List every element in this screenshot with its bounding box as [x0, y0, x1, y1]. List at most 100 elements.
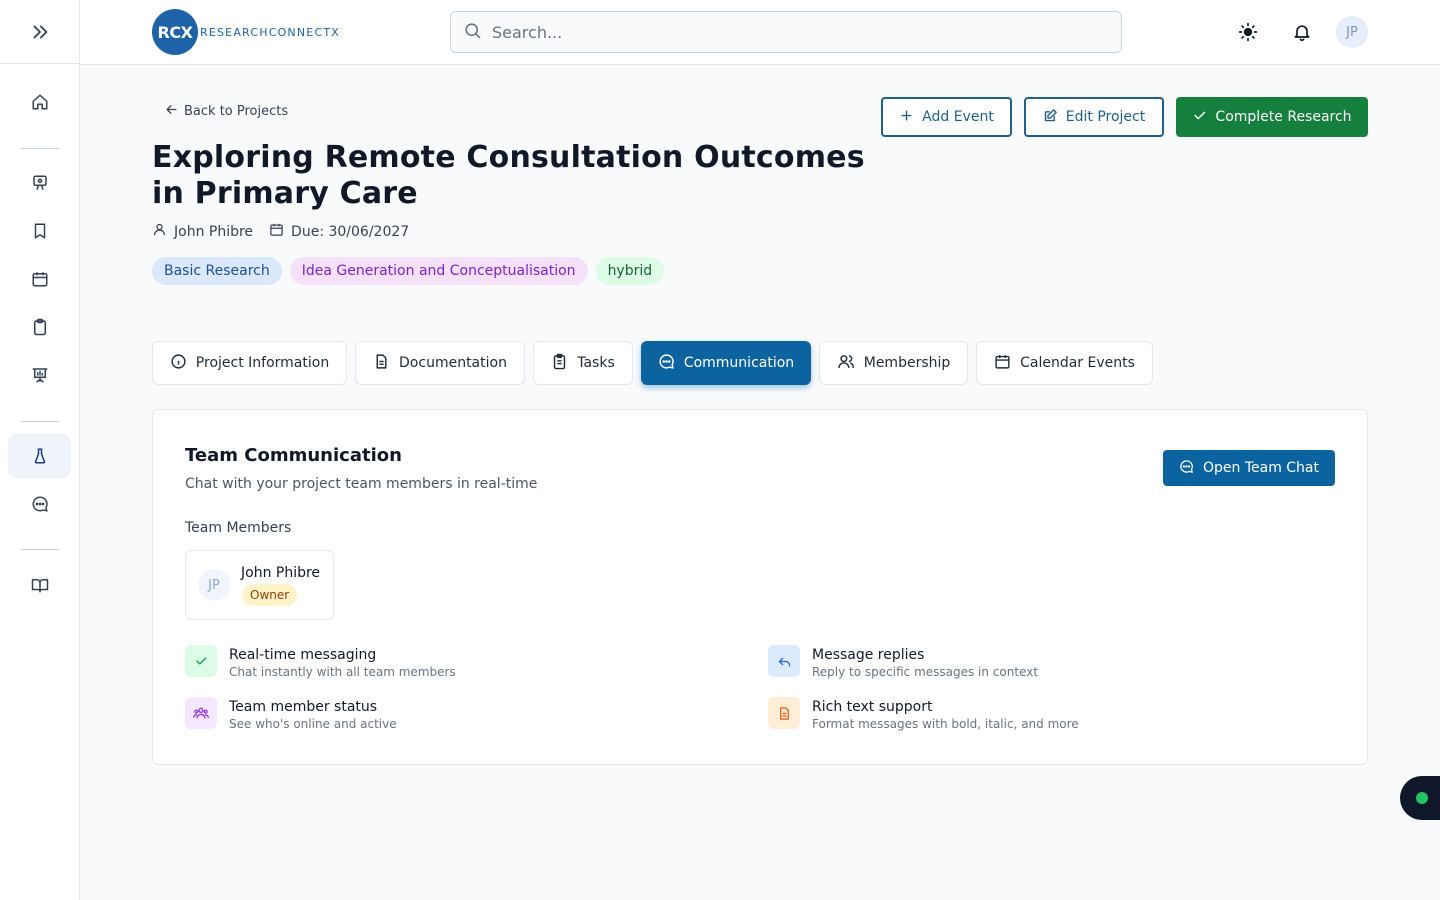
feature-rich-text-support: Rich text support Format messages with b…	[768, 697, 1079, 732]
project-owner: John Phibre	[152, 222, 253, 241]
bookmark-icon	[31, 222, 49, 240]
team-members-heading: Team Members	[185, 520, 292, 536]
edit-icon	[1043, 108, 1058, 127]
sidebar	[0, 0, 80, 900]
open-team-chat-button[interactable]: Open Team Chat	[1163, 450, 1335, 486]
back-to-projects-link[interactable]: Back to Projects	[164, 102, 288, 121]
feature-description: Chat instantly with all team members	[229, 665, 456, 679]
feature-description: Reply to specific messages in context	[812, 665, 1039, 679]
feature-title: Rich text support	[812, 699, 933, 715]
due-date-text: Due: 30/06/2027	[291, 223, 410, 240]
tab-calendar-events[interactable]: Calendar Events	[976, 341, 1153, 385]
sidebar-item-library[interactable]	[8, 563, 71, 607]
sidebar-divider	[21, 549, 59, 550]
complete-research-button[interactable]: Complete Research	[1176, 97, 1368, 137]
feature-description: Format messages with bold, italic, and m…	[812, 717, 1079, 731]
tab-tasks[interactable]: Tasks	[533, 341, 633, 385]
tab-label: Membership	[863, 355, 951, 371]
logo-wordmark: RESEARCHCONNECTX	[200, 25, 340, 39]
tab-label: Project Information	[195, 355, 330, 371]
owner-name: John Phibre	[174, 223, 254, 240]
chat-bubble-icon	[658, 353, 675, 374]
member-avatar: JP	[198, 569, 230, 601]
tag-research-type: Basic Research	[152, 257, 282, 285]
top-header: RCX RESEARCHCONNECTX JP	[80, 0, 1440, 65]
user-avatar[interactable]: JP	[1336, 16, 1368, 48]
card-subtitle: Chat with your project team members in r…	[185, 476, 538, 492]
edit-project-button[interactable]: Edit Project	[1024, 97, 1164, 137]
calendar-icon	[269, 222, 284, 241]
open-team-chat-label: Open Team Chat	[1202, 460, 1319, 476]
tag-mode: hybrid	[595, 257, 665, 285]
chat-bubble-icon	[1179, 459, 1194, 478]
home-icon	[31, 93, 49, 111]
add-event-label: Add Event	[922, 109, 994, 125]
feature-realtime-messaging: Real-time messaging Chat instantly with …	[185, 645, 456, 680]
sidebar-divider	[21, 148, 59, 149]
check-icon	[185, 645, 217, 677]
search-box[interactable]	[450, 11, 1122, 53]
online-status-dot	[1416, 792, 1428, 804]
tab-communication[interactable]: Communication	[641, 341, 811, 385]
reply-arrow-icon	[768, 645, 800, 677]
sidebar-item-teaching[interactable]	[8, 161, 71, 205]
feature-team-member-status: Team member status See who's online and …	[185, 697, 397, 732]
team-communication-card: Team Communication Chat with your projec…	[152, 409, 1368, 765]
project-meta: John Phibre Due: 30/06/2027	[152, 222, 425, 241]
project-title: Exploring Remote Consultation Outcomes i…	[152, 140, 865, 211]
double-chevron-right-icon[interactable]	[29, 21, 51, 43]
sidebar-item-messages[interactable]	[8, 482, 71, 526]
tab-label: Tasks	[577, 355, 615, 371]
search-input[interactable]	[492, 22, 1092, 42]
tab-membership[interactable]: Membership	[819, 341, 968, 385]
notification-bell-icon[interactable]	[1292, 20, 1312, 48]
feature-title: Message replies	[812, 647, 925, 663]
info-circle-icon	[170, 353, 187, 374]
sidebar-item-tasks[interactable]	[8, 305, 71, 349]
complete-research-label: Complete Research	[1215, 109, 1352, 125]
clipboard-list-icon	[551, 353, 568, 374]
plus-icon	[899, 108, 914, 127]
arrow-left-icon	[164, 102, 179, 121]
clipboard-icon	[31, 318, 49, 336]
logo-mark: RCX	[152, 9, 198, 55]
feature-title: Real-time messaging	[229, 647, 377, 663]
sidebar-item-projects[interactable]	[8, 434, 71, 478]
presentation-chart-icon	[31, 366, 49, 384]
back-label: Back to Projects	[184, 104, 289, 119]
tab-label: Documentation	[399, 355, 507, 371]
user-icon	[152, 222, 167, 241]
document-icon	[768, 697, 800, 729]
team-member-card[interactable]: JP John Phibre Owner	[185, 550, 334, 620]
users-icon	[185, 697, 217, 729]
project-tags: Basic Research Idea Generation and Conce…	[152, 257, 672, 285]
search-icon	[463, 21, 482, 44]
tab-project-information[interactable]: Project Information	[152, 341, 347, 385]
feature-message-replies: Message replies Reply to specific messag…	[768, 645, 1038, 680]
open-book-icon	[31, 576, 49, 594]
tab-documentation[interactable]: Documentation	[355, 341, 525, 385]
sidebar-item-presentations[interactable]	[8, 353, 71, 397]
member-name: John Phibre	[241, 565, 321, 581]
calendar-icon	[31, 270, 49, 288]
edit-project-label: Edit Project	[1065, 109, 1146, 125]
flask-icon	[31, 447, 49, 465]
check-icon	[1192, 108, 1207, 127]
app-logo[interactable]: RCX RESEARCHCONNECTX	[152, 9, 340, 55]
sidebar-item-home[interactable]	[8, 80, 71, 124]
add-event-button[interactable]: Add Event	[881, 97, 1012, 137]
tab-label: Communication	[683, 355, 795, 371]
project-due-date: Due: 30/06/2027	[269, 222, 409, 241]
sidebar-item-bookmarks[interactable]	[8, 209, 71, 253]
card-title: Team Communication	[185, 445, 402, 466]
floating-status-widget[interactable]	[1400, 776, 1440, 820]
users-icon	[837, 353, 855, 374]
sidebar-header	[0, 0, 79, 64]
feature-description: See who's online and active	[229, 717, 397, 731]
chat-bubble-icon	[31, 495, 49, 513]
calendar-icon	[994, 353, 1011, 374]
feature-title: Team member status	[229, 699, 378, 715]
theme-toggle-sun-icon[interactable]	[1238, 20, 1258, 48]
sidebar-item-calendar[interactable]	[8, 257, 71, 301]
member-role-badge: Owner	[242, 584, 298, 606]
